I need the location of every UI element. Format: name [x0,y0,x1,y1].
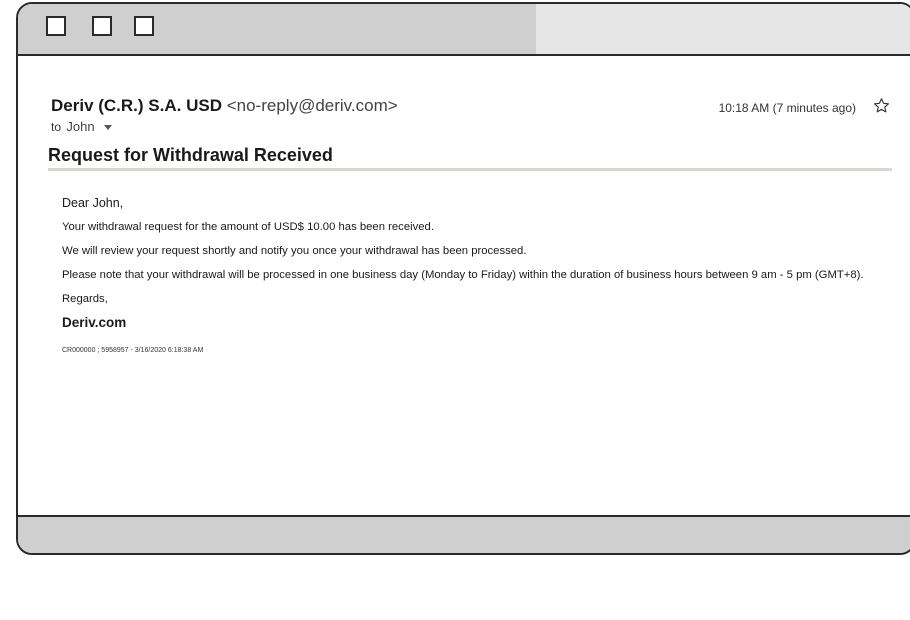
window-button-1[interactable] [46,16,66,36]
regards-line: Regards, [62,293,108,305]
signature: Deriv.com [62,315,127,330]
window-tab[interactable] [536,4,910,54]
window-titlebar [18,4,910,56]
greeting-prefix: Dear [62,196,93,210]
window-button-3[interactable] [134,16,154,36]
body-line-3: Please note that your withdrawal will be… [62,269,864,281]
email-body: Dear John, Your withdrawal request for t… [62,196,902,368]
recipient-line[interactable]: to John [51,119,112,134]
sender-email: <no-reply@deriv.com> [226,96,398,115]
reference-line: CR000000 ; 5958957 - 3/16/2020 6:18:38 A… [62,347,204,354]
star-icon[interactable] [873,97,890,114]
chevron-down-icon[interactable] [103,125,112,131]
subject-divider [48,168,892,171]
greeting-name: John, [92,196,124,210]
sender-name: Deriv (C.R.) S.A. USD [51,96,222,115]
email-timestamp: 10:18 AM (7 minutes ago) [718,101,856,115]
greeting-line: Dear John, [62,196,902,210]
body-line-2: We will review your request shortly and … [62,245,527,257]
email-subject: Request for Withdrawal Received [48,145,333,165]
window-bottombar [18,515,910,553]
to-label: to [51,120,62,134]
sender-line: Deriv (C.R.) S.A. USD <no-reply@deriv.co… [51,96,398,116]
window-button-2[interactable] [92,16,112,36]
body-line-1: Your withdrawal request for the amount o… [62,221,434,233]
recipient-name: John [66,119,95,134]
email-window: Deriv (C.R.) S.A. USD <no-reply@deriv.co… [16,2,910,555]
